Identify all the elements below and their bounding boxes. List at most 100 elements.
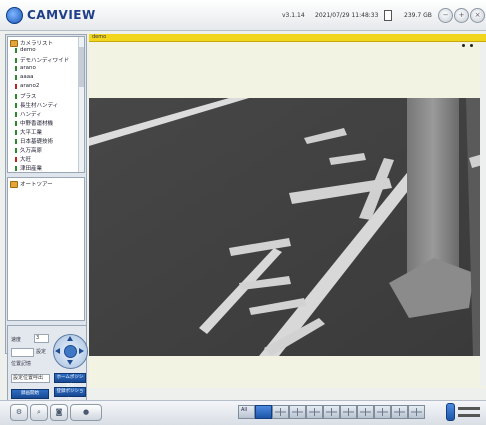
camera-item[interactable]: 津田産業 xyxy=(15,164,42,172)
camera-icon: ◙ xyxy=(55,408,63,416)
camera-item-label: arano2 xyxy=(20,83,40,89)
camera-item[interactable]: demo xyxy=(15,47,36,53)
road-camera-image xyxy=(89,98,486,356)
preset-label: 設定 xyxy=(36,349,47,355)
layout-1-button[interactable] xyxy=(255,405,272,419)
camera-status-icon xyxy=(15,57,17,63)
camera-status-icon xyxy=(15,93,17,99)
close-button[interactable]: × xyxy=(470,8,485,23)
layout-9-button[interactable] xyxy=(306,405,323,419)
plus-icon: + xyxy=(458,11,465,19)
pip-icon xyxy=(360,408,371,416)
camera-status-icon xyxy=(15,65,17,71)
prev-icon xyxy=(394,408,405,416)
camera-status-icon xyxy=(15,47,17,53)
next-page-button[interactable] xyxy=(408,405,425,419)
camera-item[interactable]: arano xyxy=(15,65,36,71)
camera-item-label: 日本基礎技術 xyxy=(20,139,54,145)
camera-item[interactable]: プラス xyxy=(15,92,36,100)
scrollbar-thumb[interactable] xyxy=(79,47,84,87)
preset-input[interactable] xyxy=(11,348,34,357)
folder-icon xyxy=(10,39,18,47)
storage-label: 239.7 GB xyxy=(404,12,432,19)
minimize-button[interactable]: − xyxy=(438,8,453,23)
layout-4-button[interactable] xyxy=(272,405,289,419)
video-title: demo xyxy=(92,34,107,40)
ptz-home-icon[interactable] xyxy=(64,345,77,358)
camera-list-scrollbar[interactable] xyxy=(78,37,84,172)
layout-pip-button[interactable] xyxy=(357,405,374,419)
storage-icon xyxy=(384,10,392,21)
camera-list-panel: カメラリスト demo デモハンディワイド arano aaaa arano2 … xyxy=(7,36,85,173)
fullscreen-button[interactable] xyxy=(374,405,391,419)
arrow-left-icon[interactable] xyxy=(55,348,60,354)
user-icon[interactable] xyxy=(446,403,455,421)
camera-status-icon xyxy=(15,74,17,80)
minus-icon: − xyxy=(442,11,449,19)
camera-item[interactable]: デモハンディワイド xyxy=(15,56,69,64)
camera-item[interactable]: 大平工業 xyxy=(15,128,42,136)
app-logo: CAMVIEW xyxy=(6,6,96,24)
preset-position-button[interactable]: 登録ポジション xyxy=(54,387,86,402)
camera-status-icon xyxy=(15,83,17,89)
video-title-bar xyxy=(89,34,486,42)
camera-status-icon xyxy=(15,111,17,117)
camera-item-label: 長生村ハンディ xyxy=(20,103,59,109)
camview-logo-icon xyxy=(6,6,23,24)
maximize-button[interactable]: + xyxy=(454,8,469,23)
home-position-button[interactable]: ホームポジション xyxy=(54,373,86,388)
snapshot-button[interactable]: ◙ xyxy=(50,404,68,421)
layout-10-button[interactable] xyxy=(323,405,340,419)
camera-item[interactable]: aaaa xyxy=(15,74,33,80)
version-label: v3.1.14 xyxy=(282,12,305,19)
record-start-button[interactable]: 録画開始 xyxy=(11,389,49,399)
camera-video-feed[interactable] xyxy=(89,98,486,356)
camera-status-icon xyxy=(15,138,17,144)
camera-item-label: ハンディ xyxy=(20,112,42,118)
grid-4-icon xyxy=(275,408,286,416)
camera-item-label: プラス xyxy=(20,94,37,100)
camera-item[interactable]: 大旺 xyxy=(15,155,31,163)
arrow-down-icon[interactable] xyxy=(67,360,73,365)
close-icon: × xyxy=(474,11,481,19)
auto-tour-panel: オートツアー xyxy=(7,177,85,321)
layout-6-button[interactable] xyxy=(289,405,306,419)
camera-item[interactable]: 久万高原 xyxy=(15,146,42,154)
camera-status-icon xyxy=(15,102,17,108)
layout-all-button[interactable]: All xyxy=(238,405,255,419)
settings-button[interactable]: ⚙ xyxy=(10,404,28,421)
auto-tour-title: オートツアー xyxy=(20,182,53,188)
camera-status-icon xyxy=(15,147,17,153)
arrow-up-icon[interactable] xyxy=(67,336,73,341)
camera-status-icon xyxy=(15,165,17,171)
preset-recall-select[interactable]: 設定位置呼出 xyxy=(11,374,50,383)
camera-item-label: 津田産業 xyxy=(20,166,43,172)
grid-6-icon xyxy=(292,408,303,416)
speed-select[interactable]: 3 xyxy=(34,334,49,343)
camera-item-label: デモハンディワイド xyxy=(20,58,70,64)
settings-icon: ⚙ xyxy=(15,408,23,416)
volume-slider-icon[interactable] xyxy=(458,407,480,410)
grid-10-icon xyxy=(326,408,337,416)
camera-list-root[interactable]: カメラリスト xyxy=(10,39,53,47)
video-menu-icon[interactable] xyxy=(470,44,473,47)
next-icon xyxy=(411,408,422,416)
camera-status-icon xyxy=(15,120,17,126)
search-button[interactable]: ⌕ xyxy=(30,404,48,421)
layout-16-button[interactable] xyxy=(340,405,357,419)
camera-item[interactable]: 長生村ハンディ xyxy=(15,101,58,109)
record-button[interactable]: ● xyxy=(70,404,102,421)
video-menu-icon[interactable] xyxy=(462,44,465,47)
auto-tour-root[interactable]: オートツアー xyxy=(10,180,53,188)
volume-slider-icon[interactable] xyxy=(458,414,480,417)
camera-item-label: demo xyxy=(20,47,36,53)
video-scrollbar[interactable] xyxy=(480,43,486,386)
prev-page-button[interactable] xyxy=(391,405,408,419)
camera-item[interactable]: 日本基礎技術 xyxy=(15,137,53,145)
camera-item-label: 大旺 xyxy=(20,157,32,163)
camera-item[interactable]: arano2 xyxy=(15,83,39,89)
arrow-right-icon[interactable] xyxy=(79,348,84,354)
position-label: 位置記憶 xyxy=(11,361,32,367)
camera-item[interactable]: ハンディ xyxy=(15,110,42,118)
camera-item[interactable]: 中野香運材機 xyxy=(15,119,53,127)
